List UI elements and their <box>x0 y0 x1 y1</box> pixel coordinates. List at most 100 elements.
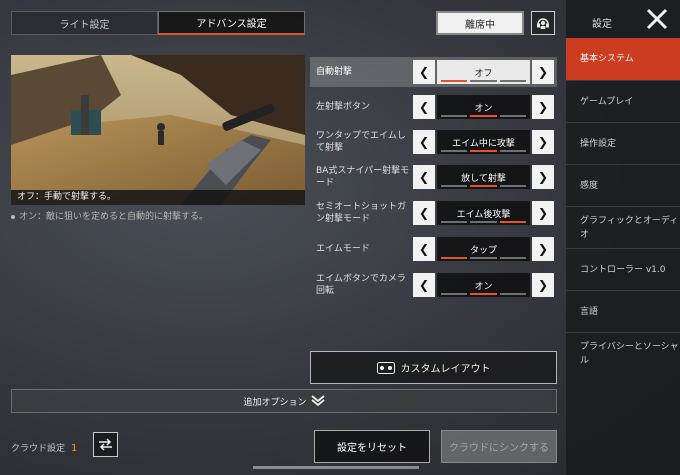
setting-label: 左射撃ボタン <box>316 102 371 112</box>
setting-value: タップ <box>437 237 530 261</box>
reset-settings-button[interactable]: 設定をリセット <box>314 430 430 463</box>
sidebar-item[interactable]: 基本システム <box>566 38 680 80</box>
sidebar-item[interactable]: プライバシーとソーシャル <box>566 332 680 374</box>
setting-row[interactable]: エイムモード ❮ タップ ❯ <box>310 234 557 264</box>
option-segment <box>441 150 468 152</box>
option-segment <box>499 185 526 187</box>
setting-value: オフ <box>437 60 530 84</box>
setting-value-text: 放して射撃 <box>461 173 506 184</box>
cloud-sync-button[interactable]: クラウドにシンクする <box>441 430 557 463</box>
settings-sidebar: 設定 基本システム ゲームプレイ 操作設定 感度 グラフィックとオーディオ コントローラー… <box>566 0 680 475</box>
chevron-right-icon[interactable]: ❯ <box>532 165 554 189</box>
sidebar-item[interactable]: 感度 <box>566 164 680 206</box>
description-text: オン：敵に狙いを定めると自動的に射撃する。 <box>19 212 209 222</box>
cloud-settings-label: クラウド設定 <box>11 444 66 454</box>
setting-selector: ❮ オン ❯ <box>413 273 554 297</box>
double-chevron-down-icon <box>310 395 325 407</box>
setting-label: BA式スナイパー射撃モード <box>316 166 410 188</box>
settings-tabs: ライト設定 アドバンス設定 <box>11 11 305 35</box>
chevron-left-icon[interactable]: ❮ <box>413 237 435 261</box>
chevron-left-icon[interactable]: ❮ <box>413 201 435 225</box>
option-indicator <box>441 115 526 117</box>
option-segment <box>470 257 497 259</box>
setting-value: 放して射撃 <box>437 165 530 189</box>
tab-lite-settings[interactable]: ライト設定 <box>11 11 158 35</box>
sidebar-item[interactable]: グラフィックとオーディオ <box>566 206 680 248</box>
option-segment <box>441 80 468 82</box>
gameplay-preview-scene <box>11 55 305 205</box>
option-segment <box>470 221 497 223</box>
tab-advanced-settings[interactable]: アドバンス設定 <box>158 11 305 35</box>
setting-selector: ❮ エイム後攻撃 ❯ <box>413 201 554 225</box>
option-segment <box>499 221 526 223</box>
setting-value-text: オフ <box>474 68 493 79</box>
setting-selector: ❮ オフ ❯ <box>413 60 554 84</box>
setting-selector: ❮ 放して射撃 ❯ <box>413 165 554 189</box>
option-segment <box>499 293 526 295</box>
away-button[interactable]: 離席中 <box>436 11 524 35</box>
option-segment <box>499 150 526 152</box>
chevron-right-icon[interactable]: ❯ <box>532 201 554 225</box>
chevron-left-icon[interactable]: ❮ <box>413 165 435 189</box>
setting-value: オン <box>437 95 530 119</box>
setting-value-text: エイム後攻撃 <box>456 209 511 220</box>
option-segment <box>441 257 468 259</box>
setting-selector: ❮ オン ❯ <box>413 95 554 119</box>
chevron-left-icon[interactable]: ❮ <box>413 130 435 154</box>
sidebar-header: 設定 <box>566 0 680 40</box>
chevron-left-icon[interactable]: ❮ <box>413 273 435 297</box>
option-segment <box>470 80 497 82</box>
setting-selector: ❮ エイム中に攻撃 ❯ <box>413 130 554 154</box>
setting-label: セミオートショットガン射撃モード <box>316 202 407 224</box>
option-indicator <box>441 293 526 295</box>
sidebar-item[interactable]: 操作設定 <box>566 122 680 164</box>
setting-row[interactable]: 左射撃ボタン ❮ オン ❯ <box>310 92 557 122</box>
sidebar-item[interactable]: 言語 <box>566 290 680 332</box>
setting-row[interactable]: ワンタップでエイムして射撃 ❮ エイム中に攻撃 ❯ <box>310 127 557 157</box>
cloud-switch-button[interactable] <box>93 432 118 457</box>
setting-label: 自動射撃 <box>316 67 353 77</box>
setting-value-text: タップ <box>469 245 497 256</box>
setting-row[interactable]: BA式スナイパー射撃モード ❮ 放して射撃 ❯ <box>310 162 557 192</box>
setting-row[interactable]: エイムボタンでカメラ回転 ❮ オン ❯ <box>310 270 557 300</box>
option-segment <box>441 185 468 187</box>
option-segment <box>499 80 526 82</box>
option-segment <box>441 115 468 117</box>
chevron-right-icon[interactable]: ❯ <box>532 237 554 261</box>
option-indicator <box>441 150 526 152</box>
setting-label: ワンタップでエイムして射撃 <box>316 131 406 153</box>
chevron-right-icon[interactable]: ❯ <box>532 273 554 297</box>
option-segment <box>499 115 526 117</box>
option-segment <box>470 115 497 117</box>
setting-label: エイムモード <box>316 244 370 254</box>
controller-layout-icon <box>376 361 395 374</box>
setting-description: オン：敵に狙いを定めると自動的に射撃する。 <box>11 209 208 222</box>
extra-options-toggle[interactable]: 追加オプション <box>11 389 557 413</box>
headset-button[interactable] <box>531 11 555 35</box>
custom-layout-button[interactable]: カスタムレイアウト <box>310 351 557 384</box>
chevron-left-icon[interactable]: ❮ <box>413 95 435 119</box>
chevron-right-icon[interactable]: ❯ <box>532 95 554 119</box>
chevron-right-icon[interactable]: ❯ <box>532 60 554 84</box>
option-segment <box>441 293 468 295</box>
close-icon[interactable] <box>646 8 668 30</box>
option-segment <box>499 257 526 259</box>
setting-value-text: オン <box>474 281 493 292</box>
chevron-left-icon[interactable]: ❮ <box>413 60 435 84</box>
option-segment <box>441 221 468 223</box>
extra-options-label: 追加オプション <box>243 397 307 408</box>
option-segment <box>470 150 497 152</box>
cloud-settings-count: 1 <box>71 443 78 454</box>
setting-selector: ❮ タップ ❯ <box>413 237 554 261</box>
custom-layout-label: カスタムレイアウト <box>400 364 491 375</box>
sidebar-item[interactable]: ゲームプレイ <box>566 80 680 122</box>
option-segment <box>470 185 497 187</box>
bullet-dot <box>11 214 15 219</box>
chevron-right-icon[interactable]: ❯ <box>532 130 554 154</box>
setting-row[interactable]: セミオートショットガン射撃モード ❮ エイム後攻撃 ❯ <box>310 198 557 228</box>
setting-row[interactable]: 自動射撃 ❮ オフ ❯ <box>310 57 557 87</box>
swap-arrows-icon <box>99 438 112 451</box>
setting-value: エイム後攻撃 <box>437 201 530 225</box>
sidebar-item[interactable]: コントローラー v1.0 <box>566 248 680 290</box>
preview-image <box>11 55 305 205</box>
